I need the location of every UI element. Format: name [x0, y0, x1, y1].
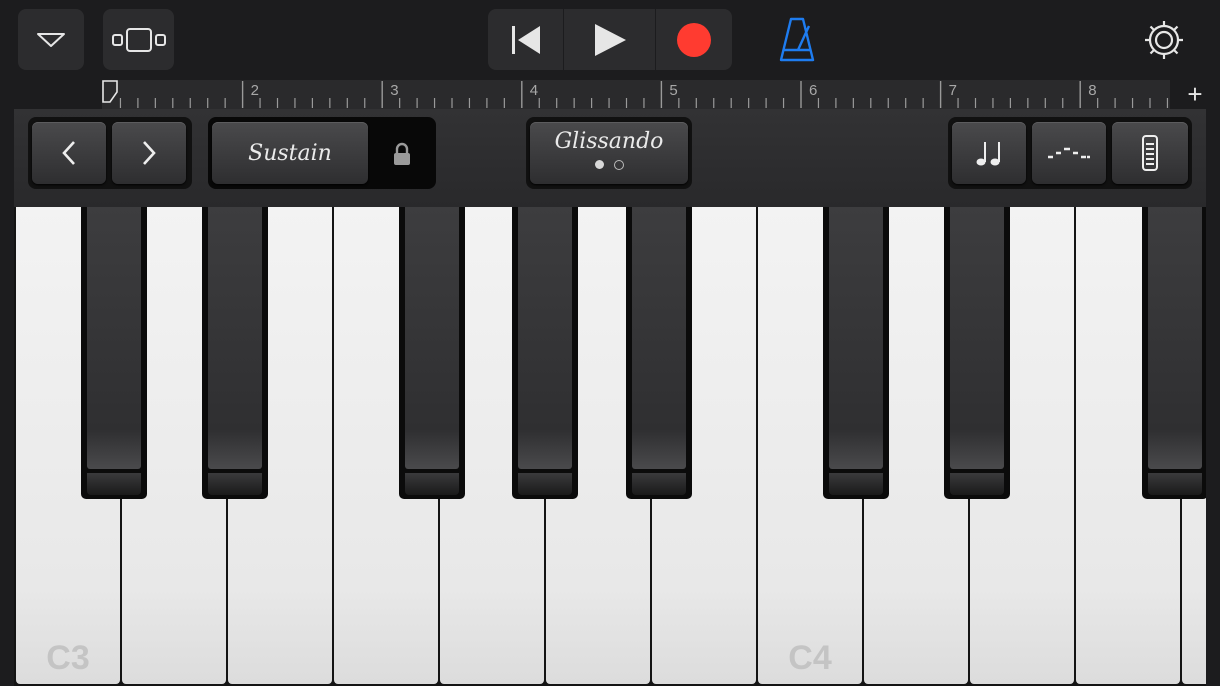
- glissando-group: Glissando: [526, 117, 692, 189]
- play-button[interactable]: [564, 9, 655, 70]
- arpeggiator-icon: [1048, 147, 1090, 159]
- gear-icon: [1145, 21, 1183, 59]
- page-indicator: [594, 159, 624, 170]
- record-icon: [677, 22, 711, 57]
- play-icon: [594, 23, 626, 56]
- keyboard-control-strip: Sustain Glissando: [14, 109, 1206, 207]
- rewind-button[interactable]: [488, 9, 563, 70]
- chevron-left-icon: [62, 141, 75, 165]
- key-label-c4: C4: [788, 639, 832, 677]
- ruler-bar-label: 2: [251, 82, 259, 99]
- octave-up-button[interactable]: [112, 122, 186, 184]
- add-section-button[interactable]: +: [1180, 80, 1210, 109]
- glissando-label: Glissando: [554, 128, 664, 154]
- keyboard-size-button[interactable]: [1112, 122, 1188, 184]
- dropdown-button[interactable]: [18, 9, 84, 70]
- page-dot-inactive: [613, 159, 624, 170]
- lock-icon: [394, 142, 410, 165]
- right-edge: [1206, 109, 1220, 686]
- ruler-bar-label: 3: [390, 82, 398, 99]
- glissando-button[interactable]: Glissando: [530, 122, 688, 184]
- black-key-as3[interactable]: [626, 207, 692, 499]
- sustain-button[interactable]: Sustain: [212, 122, 368, 184]
- octave-down-button[interactable]: [32, 122, 106, 184]
- ruler-bar-label: 5: [669, 82, 677, 99]
- ruler-bar-label: 7: [949, 82, 957, 99]
- record-button[interactable]: [656, 9, 732, 70]
- ruler-bar-label: 8: [1088, 82, 1096, 99]
- view-toggle-button[interactable]: [103, 9, 174, 70]
- notes-icon: [976, 142, 1000, 166]
- black-key-fs4[interactable]: [1142, 207, 1206, 499]
- sustain-lock-button[interactable]: [384, 137, 420, 171]
- keyboard-options-group: [948, 117, 1192, 189]
- tracks-view-icon: [111, 27, 166, 52]
- transport-controls: [488, 9, 732, 70]
- top-toolbar: [0, 0, 1220, 80]
- chevron-right-icon: [143, 141, 156, 165]
- page-dot-active: [594, 159, 604, 169]
- timeline-ruler[interactable]: 2 3 4 5 6 7 8: [102, 80, 1170, 109]
- chevron-down-icon: [37, 32, 65, 47]
- arpeggiator-button[interactable]: [1032, 122, 1106, 184]
- metronome-button[interactable]: [774, 14, 820, 64]
- left-edge: [0, 109, 14, 686]
- black-key-gs3[interactable]: [512, 207, 578, 499]
- settings-button[interactable]: [1140, 16, 1188, 64]
- black-key-ds3[interactable]: [202, 207, 268, 499]
- black-key-cs3[interactable]: [81, 207, 147, 499]
- key-label-c3: C3: [46, 639, 90, 677]
- note-display-button[interactable]: [952, 122, 1026, 184]
- piano-keyboard: C3 C4: [14, 207, 1206, 686]
- black-key-cs4[interactable]: [823, 207, 889, 499]
- keyboard-size-icon: [1142, 135, 1158, 171]
- sustain-group: Sustain: [208, 117, 436, 189]
- sustain-label: Sustain: [248, 140, 332, 166]
- black-key-fs3[interactable]: [399, 207, 465, 499]
- ruler-bar-label: 4: [530, 82, 538, 99]
- black-key-ds4[interactable]: [944, 207, 1010, 499]
- octave-controls: [28, 117, 192, 189]
- ruler-bar-label: 6: [809, 82, 817, 99]
- go-to-beginning-icon: [511, 25, 540, 54]
- metronome-icon: [779, 17, 815, 62]
- playhead-marker: [102, 80, 118, 103]
